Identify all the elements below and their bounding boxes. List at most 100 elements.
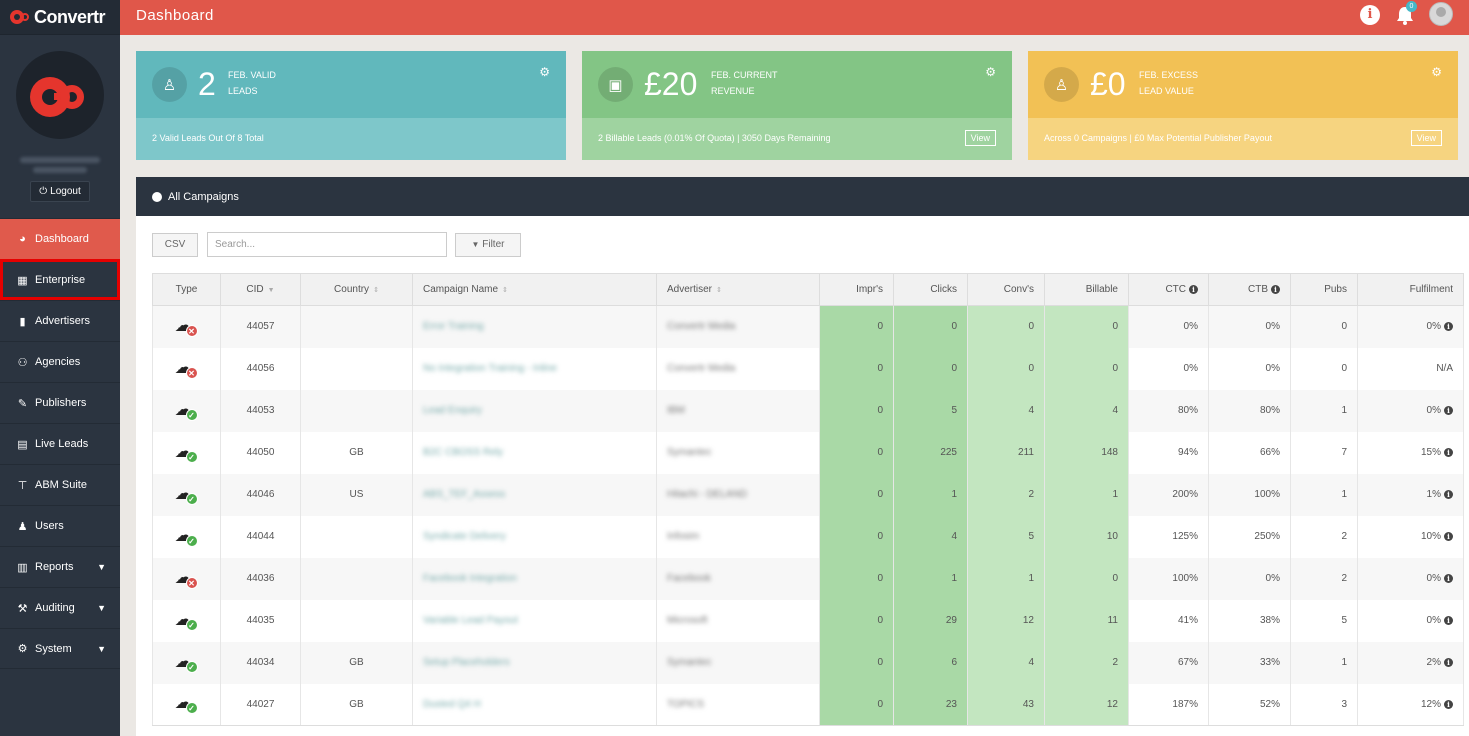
chevron-down-icon: ▼ [97,603,106,613]
info-icon[interactable]: i [1444,532,1453,541]
campaign-name-link[interactable]: Lead Enquiry [423,405,482,416]
info-icon[interactable]: i [1444,574,1453,583]
gear-icon[interactable]: ⚙ [985,65,996,79]
column-header-campaign-name[interactable]: Campaign Name ⇕ [412,273,657,306]
sidebar-item-system[interactable]: ⚙ System ▼ [0,628,120,669]
campaign-name-cell[interactable]: Syndicate Delivery [412,515,657,558]
sidebar-item-advertisers[interactable]: ▮ Advertisers [0,300,120,341]
logout-button[interactable]: ⏻ Logout [30,181,90,202]
sidebar-item-users[interactable]: ♟ Users [0,505,120,546]
campaign-name-link[interactable]: Error Training [423,321,484,332]
sidebar-item-agencies[interactable]: ⚇ Agencies [0,341,120,382]
column-header-cid[interactable]: CID ▼ [220,273,301,306]
column-header-fulfilment[interactable]: Fulfilment [1357,273,1464,306]
column-header-advertiser[interactable]: Advertiser ⇕ [656,273,820,306]
pubs-cell: 0 [1290,305,1358,348]
gear-icon[interactable]: ⚙ [1431,65,1442,79]
excess-view-button[interactable]: View [1410,130,1442,146]
sidebar-item-dashboard[interactable]: ◕ Dashboard [0,218,120,259]
column-header-ctc[interactable]: CTC i [1128,273,1209,306]
column-header-pubs[interactable]: Pubs [1290,273,1358,306]
info-icon[interactable]: i [1189,285,1198,294]
type-cell: ☁ ✓ [152,641,221,684]
campaign-name-link[interactable]: ABS_TEF_Assess [423,489,505,500]
info-icon[interactable]: i [1444,490,1453,499]
campaign-name-link[interactable]: Syndicate Delivery [423,531,506,542]
sidebar-item-reports[interactable]: ▥ Reports ▼ [0,546,120,587]
campaign-name-cell[interactable]: Variable Lead Payout [412,599,657,642]
country-cell [300,347,413,390]
info-icon[interactable]: i [1444,448,1453,457]
campaign-name-cell[interactable]: ABS_TEF_Assess [412,473,657,516]
campaign-name-link[interactable]: Facebook Integration [423,573,517,584]
column-header-imprs[interactable]: Impr's [819,273,894,306]
csv-export-button[interactable]: CSV [152,233,198,257]
campaign-name-link[interactable]: No Integration Training - Inline [423,363,557,374]
sidebar-item-label: Publishers [35,397,87,409]
campaign-name-cell[interactable]: Lead Enquiry [412,389,657,432]
sidebar-item-abm-suite[interactable]: ⊤ ABM Suite [0,464,120,505]
campaign-name-cell[interactable]: Facebook Integration [412,557,657,600]
column-header-billable[interactable]: Billable [1044,273,1129,306]
info-icon[interactable]: i [1444,322,1453,332]
advertiser-name: Convertr Media [667,321,736,333]
campaign-name-link[interactable]: Variable Lead Payout [423,615,518,626]
filter-button[interactable]: ▼ Filter [455,233,521,257]
info-icon[interactable]: i [1444,658,1453,667]
sidebar-item-enterprise[interactable]: ▦ Enterprise [0,259,120,300]
table-row[interactable]: ☁ ✓ 44044 Syndicate Delivery Infosim 0 4 5 10 125… [152,515,1464,558]
info-icon[interactable]: i [1271,285,1280,294]
table-row[interactable]: ☁ ✕ 44056 No Integration Training - Inline C… [152,347,1464,390]
campaign-name-cell[interactable]: Dusted Q4 H [412,683,657,726]
ctc-cell: 80% [1128,389,1209,432]
sort-desc-icon: ▼ [267,287,275,294]
fulfilment-cell: N/A [1357,347,1464,390]
clicks-cell: 1 [893,473,968,516]
sidebar-item-live-leads[interactable]: ▤ Live Leads [0,423,120,464]
column-label: Impr's [856,284,883,295]
info-icon[interactable]: i [1444,406,1453,415]
brand-logo[interactable]: Convertr [0,0,120,35]
column-header-ctb[interactable]: CTB i [1208,273,1291,306]
chevron-down-icon: ▼ [97,562,106,572]
table-row[interactable]: ☁ ✕ 44057 Error Training Convertr Media 0 0 0 0 0… [152,305,1464,348]
column-header-type[interactable]: Type [152,273,221,306]
advertiser-name: Symantec [667,447,712,458]
advertiser-name: Hitachi - DELAND [667,489,748,500]
sidebar-item-label: Advertisers [35,315,91,327]
revenue-view-button[interactable]: View [964,130,996,146]
campaign-name-cell[interactable]: B2C CBOSS Rely [412,431,657,474]
column-header-clicks[interactable]: Clicks [893,273,968,306]
cloud-status-icon: ☁ ✓ [175,399,199,421]
info-icon[interactable]: i [1444,616,1453,625]
info-icon[interactable]: i [1444,699,1453,709]
check-icon: ✓ [185,492,198,505]
search-input[interactable] [207,232,447,257]
campaign-name-cell[interactable]: Error Training [412,305,657,348]
campaign-name-link[interactable]: Dusted Q4 H [423,699,481,710]
chevron-down-icon: ▼ [97,643,106,654]
table-row[interactable]: ☁ ✓ 44034 GB Setup Placeholders Symantec 0 6 4 2 6… [152,641,1464,684]
info-icon[interactable]: i [1360,5,1380,25]
billable-cell: 10 [1044,515,1129,558]
campaign-name-link[interactable]: Setup Placeholders [423,657,510,668]
check-icon: ✓ [185,408,198,421]
imprs-cell: 0 [819,431,894,474]
column-header-country[interactable]: Country ⇕ [300,273,413,306]
campaign-name-cell[interactable]: No Integration Training - Inline [412,347,657,390]
table-row[interactable]: ☁ ✓ 44046 US ABS_TEF_Assess Hitachi - DELAND 0… [152,473,1464,516]
user-avatar[interactable] [1429,2,1453,26]
table-row[interactable]: ☁ ✓ 44027 GB Dusted Q4 H TOPICS 0 23 43 12 187% 52%… [152,683,1464,726]
gear-icon[interactable]: ⚙ [539,65,550,79]
advertiser-cell: TOPICS [656,683,820,726]
column-header-convs[interactable]: Conv's [967,273,1045,306]
campaign-name-cell[interactable]: Setup Placeholders [412,641,657,684]
table-row[interactable]: ☁ ✓ 44053 Lead Enquiry IBM 0 5 4 4 80% 80% 1 0% i [152,389,1464,432]
sidebar-item-auditing[interactable]: ⚒ Auditing ▼ [0,587,120,628]
sidebar-item-publishers[interactable]: ✎ Publishers [0,382,120,423]
table-row[interactable]: ☁ ✓ 44035 Variable Lead Payout Microsoft 0 29 1… [152,599,1464,642]
cloud-status-icon: ☁ ✕ [175,567,199,589]
campaign-name-link[interactable]: B2C CBOSS Rely [423,447,503,458]
table-row[interactable]: ☁ ✓ 44050 GB B2C CBOSS Rely Symantec 0 225 211 14… [152,431,1464,474]
table-row[interactable]: ☁ ✕ 44036 Facebook Integration Facebook 0 1 1 0 1… [152,557,1464,600]
